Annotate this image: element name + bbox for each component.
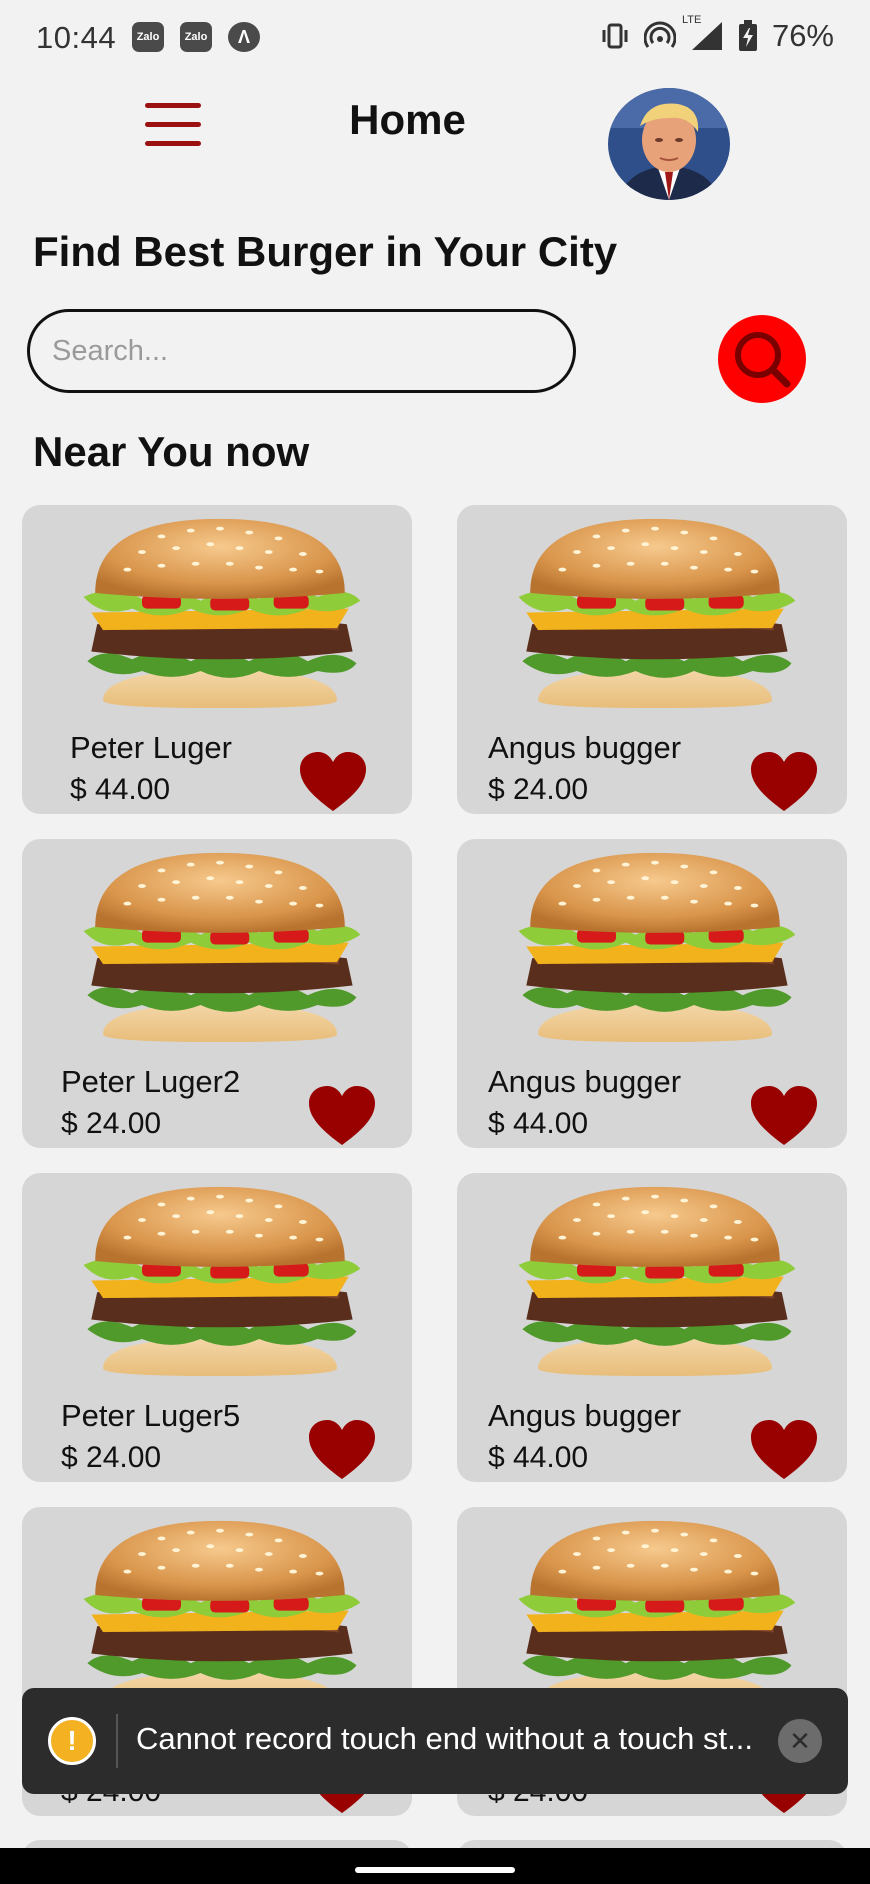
warning-icon: !: [48, 1717, 96, 1765]
product-card[interactable]: Angus bugger $ 44.00: [457, 839, 847, 1148]
product-name: Peter Luger5: [61, 1398, 241, 1433]
vibrate-icon: [602, 23, 628, 49]
zalo-icon: Zalo: [180, 22, 212, 52]
burger-image: [70, 849, 370, 1044]
error-toast: ! Cannot record touch end without a touc…: [22, 1688, 848, 1794]
product-card[interactable]: Angus bugger $ 24.00: [457, 505, 847, 814]
signal-icon: LTE: [682, 14, 724, 52]
search-icon: [735, 332, 791, 388]
battery-icon: [738, 20, 757, 51]
avatar[interactable]: [608, 88, 730, 200]
product-price: $ 44.00: [488, 1107, 589, 1140]
product-price: $ 44.00: [488, 1441, 589, 1474]
burger-image: [70, 1183, 370, 1378]
burger-image: [505, 515, 805, 710]
hotspot-icon: [643, 21, 676, 48]
avatar-image: [608, 88, 730, 200]
toast-divider: [116, 1714, 118, 1768]
section-title: Near You now: [33, 428, 310, 475]
heart-icon[interactable]: [749, 751, 819, 813]
heart-icon[interactable]: [307, 1085, 377, 1147]
burger-image: [70, 515, 370, 710]
close-icon[interactable]: ✕: [778, 1719, 822, 1763]
product-name: Angus bugger: [488, 1398, 682, 1433]
product-price: $ 44.00: [70, 773, 171, 806]
system-nav-bar: [0, 1848, 870, 1884]
product-name: Angus bugger: [488, 730, 682, 765]
product-price: $ 24.00: [61, 1441, 162, 1474]
product-price: $ 24.00: [488, 773, 589, 806]
home-indicator[interactable]: [355, 1867, 515, 1873]
product-name: Peter Luger: [70, 730, 232, 765]
product-name: Angus bugger: [488, 1064, 682, 1099]
network-label: LTE: [681, 14, 702, 26]
headline: Find Best Burger in Your City: [33, 228, 618, 275]
product-card[interactable]: Peter Luger5 $ 24.00: [22, 1173, 412, 1482]
app-notification-icon: Λ: [228, 22, 260, 52]
status-time: 10:44: [36, 20, 117, 55]
battery-percent: 76%: [771, 18, 834, 53]
status-bar: 10:44 Zalo Zalo Λ LTE 76%: [0, 0, 870, 80]
product-name: Peter Luger2: [61, 1064, 241, 1099]
search-input[interactable]: [27, 309, 576, 393]
heart-icon[interactable]: [749, 1085, 819, 1147]
burger-image: [505, 849, 805, 1044]
heart-icon[interactable]: [749, 1419, 819, 1481]
product-card[interactable]: Peter Luger2 $ 24.00: [22, 839, 412, 1148]
toast-message: Cannot record touch end without a touch …: [136, 1721, 753, 1756]
zalo-icon: Zalo: [132, 22, 164, 52]
burger-image: [505, 1183, 805, 1378]
product-price: $ 24.00: [61, 1107, 162, 1140]
burger-image: [505, 1517, 805, 1712]
product-card[interactable]: Angus bugger $ 44.00: [457, 1173, 847, 1482]
status-right: LTE 76%: [600, 14, 834, 54]
product-card[interactable]: Peter Luger $ 44.00: [22, 505, 412, 814]
burger-image: [70, 1517, 370, 1712]
heart-icon[interactable]: [298, 751, 368, 813]
search-button[interactable]: [718, 315, 806, 403]
heart-icon[interactable]: [307, 1419, 377, 1481]
